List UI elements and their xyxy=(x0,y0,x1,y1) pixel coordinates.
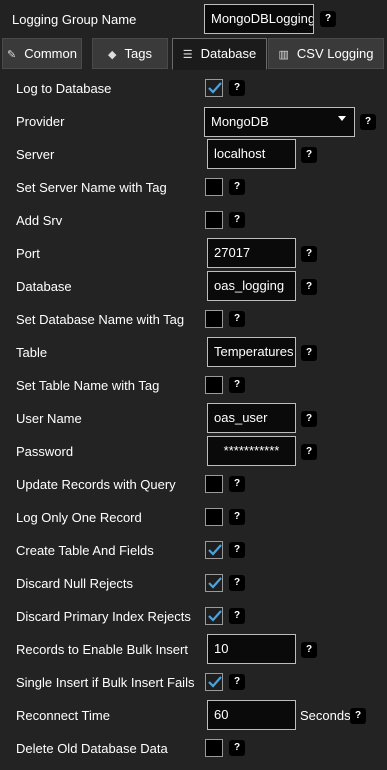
help-icon[interactable]: ? xyxy=(301,444,317,460)
help-icon[interactable]: ? xyxy=(301,411,317,427)
tab-tags[interactable]: ◆ Tags xyxy=(92,38,168,69)
user-name-label: User Name xyxy=(16,411,82,427)
tab-csv-logging[interactable]: ▥ CSV Logging xyxy=(268,38,384,69)
provider-value: MongoDB xyxy=(211,114,269,129)
pin-icon: ✎ xyxy=(7,41,16,70)
tag-icon: ◆ xyxy=(108,41,116,70)
records-to-enable-bulk-insert-input[interactable]: 10 xyxy=(207,634,296,664)
help-icon[interactable]: ? xyxy=(229,476,245,492)
help-icon[interactable]: ? xyxy=(229,542,245,558)
single-insert-if-bulk-insert-fails-checkbox[interactable] xyxy=(205,673,223,691)
help-icon[interactable]: ? xyxy=(229,377,245,393)
checkmark-icon xyxy=(207,575,223,591)
port-input[interactable]: 27017 xyxy=(207,238,296,268)
tab-csv-logging-label: CSV Logging xyxy=(297,46,374,61)
log-to-database-checkbox[interactable] xyxy=(205,79,223,97)
table-input[interactable]: Temperatures xyxy=(207,337,296,367)
tab-database[interactable]: ☰ Database xyxy=(172,38,267,70)
provider-select[interactable]: MongoDB xyxy=(204,107,355,137)
help-icon[interactable]: ? xyxy=(301,279,317,295)
help-icon[interactable]: ? xyxy=(229,740,245,756)
tab-tags-label: Tags xyxy=(125,46,152,61)
chevron-down-icon xyxy=(338,116,346,121)
reconnect-time-unit: Seconds xyxy=(300,708,351,724)
reconnect-time-label: Reconnect Time xyxy=(16,708,110,724)
help-icon[interactable]: ? xyxy=(229,179,245,195)
tab-common-label: Common xyxy=(24,46,77,61)
checkmark-icon xyxy=(207,674,223,690)
help-icon[interactable]: ? xyxy=(229,608,245,624)
server-label: Server xyxy=(16,147,54,163)
database-label: Database xyxy=(16,279,72,295)
discard-primary-index-rejects-checkbox[interactable] xyxy=(205,607,223,625)
csv-icon: ▥ xyxy=(278,41,288,70)
help-icon[interactable]: ? xyxy=(360,114,376,130)
help-icon[interactable]: ? xyxy=(350,708,366,724)
help-icon[interactable]: ? xyxy=(229,80,245,96)
checkmark-icon xyxy=(207,608,223,624)
help-icon[interactable]: ? xyxy=(229,311,245,327)
single-insert-if-bulk-insert-fails-label: Single Insert if Bulk Insert Fails xyxy=(16,675,194,691)
port-label: Port xyxy=(16,246,40,262)
table-label: Table xyxy=(16,345,47,361)
update-records-with-query-label: Update Records with Query xyxy=(16,477,176,493)
set-table-name-with-tag-checkbox[interactable] xyxy=(205,376,223,394)
help-icon[interactable]: ? xyxy=(301,246,317,262)
discard-null-rejects-checkbox[interactable] xyxy=(205,574,223,592)
help-icon[interactable]: ? xyxy=(229,212,245,228)
help-icon[interactable]: ? xyxy=(229,509,245,525)
set-server-name-with-tag-label: Set Server Name with Tag xyxy=(16,180,167,196)
create-table-and-fields-checkbox[interactable] xyxy=(205,541,223,559)
log-to-database-label: Log to Database xyxy=(16,81,111,97)
help-icon[interactable]: ? xyxy=(301,345,317,361)
set-server-name-with-tag-checkbox[interactable] xyxy=(205,178,223,196)
tab-bar: ✎ Common ◆ Tags ☰ Database ▥ CSV Logging xyxy=(0,38,387,70)
delete-old-database-data-checkbox[interactable] xyxy=(205,739,223,757)
help-icon[interactable]: ? xyxy=(229,575,245,591)
add-srv-label: Add Srv xyxy=(16,213,62,229)
password-label: Password xyxy=(16,444,73,460)
help-icon[interactable]: ? xyxy=(320,11,336,27)
tab-common[interactable]: ✎ Common xyxy=(2,38,82,69)
delete-old-database-data-label: Delete Old Database Data xyxy=(16,741,168,757)
help-icon[interactable]: ? xyxy=(301,642,317,658)
set-database-name-with-tag-checkbox[interactable] xyxy=(205,310,223,328)
password-input[interactable]: *********** xyxy=(207,436,296,466)
reconnect-time-input[interactable]: 60 xyxy=(207,700,296,730)
database-icon: ☰ xyxy=(183,41,193,70)
tab-database-label: Database xyxy=(201,46,257,61)
log-only-one-record-label: Log Only One Record xyxy=(16,510,142,526)
set-database-name-with-tag-label: Set Database Name with Tag xyxy=(16,312,184,328)
user-name-input[interactable]: oas_user xyxy=(207,403,296,433)
discard-primary-index-rejects-label: Discard Primary Index Rejects xyxy=(16,609,191,625)
discard-null-rejects-label: Discard Null Rejects xyxy=(16,576,133,592)
update-records-with-query-checkbox[interactable] xyxy=(205,475,223,493)
provider-label: Provider xyxy=(16,114,64,130)
logging-group-name-input[interactable]: MongoDBLogging xyxy=(204,4,314,34)
checkmark-icon xyxy=(207,80,223,96)
help-icon[interactable]: ? xyxy=(301,147,317,163)
help-icon[interactable]: ? xyxy=(229,674,245,690)
create-table-and-fields-label: Create Table And Fields xyxy=(16,543,154,559)
set-table-name-with-tag-label: Set Table Name with Tag xyxy=(16,378,159,394)
checkmark-icon xyxy=(207,542,223,558)
add-srv-checkbox[interactable] xyxy=(205,211,223,229)
database-input[interactable]: oas_logging xyxy=(207,271,296,301)
logging-group-name-label: Logging Group Name xyxy=(12,12,136,28)
records-to-enable-bulk-insert-label: Records to Enable Bulk Insert xyxy=(16,642,188,658)
log-only-one-record-checkbox[interactable] xyxy=(205,508,223,526)
server-input[interactable]: localhost xyxy=(207,139,296,169)
